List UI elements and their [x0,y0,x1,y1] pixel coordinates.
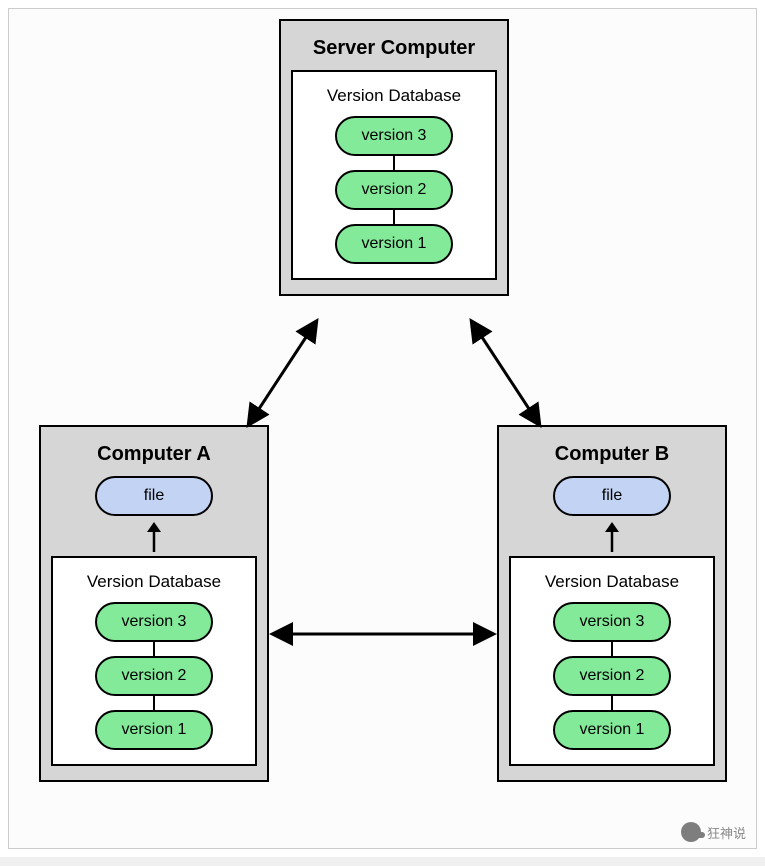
arrow-up-icon [605,522,619,552]
connector [393,156,396,170]
computer-a-version-database: Version Database version 3 version 2 ver… [51,556,257,766]
computer-b-version-database: Version Database version 3 version 2 ver… [509,556,715,766]
connector [611,642,614,656]
connector [153,642,156,656]
computer-b-vdb-title: Version Database [523,572,701,592]
computer-a-box: Computer A file Version Database version… [39,425,269,782]
server-version-3: version 3 [335,116,453,156]
computer-a-file: file [95,476,213,516]
diagram-canvas: Server Computer Version Database version… [0,0,765,857]
server-version-database: Version Database version 3 version 2 ver… [291,70,497,280]
connector [611,696,614,710]
computer-a-vdb-title: Version Database [65,572,243,592]
computer-b-file: file [553,476,671,516]
computer-b-version-1: version 1 [553,710,671,750]
server-vdb-title: Version Database [305,86,483,106]
server-computer-box: Server Computer Version Database version… [279,19,509,296]
computer-a-version-3: version 3 [95,602,213,642]
computer-b-box: Computer B file Version Database version… [497,425,727,782]
arrow-server-to-a [253,328,312,418]
server-title: Server Computer [291,37,497,60]
computer-a-title: Computer A [51,443,257,466]
computer-b-version-2: version 2 [553,656,671,696]
computer-b-title: Computer B [509,443,715,466]
computer-a-version-1: version 1 [95,710,213,750]
arrow-server-to-b [476,328,535,418]
computer-b-version-3: version 3 [553,602,671,642]
server-version-1: version 1 [335,224,453,264]
wechat-icon [681,822,701,842]
diagram-border: Server Computer Version Database version… [8,8,757,849]
arrow-up-icon [147,522,161,552]
computer-b-file-wrap: file [509,476,715,552]
connector [393,210,396,224]
computer-a-file-wrap: file [51,476,257,552]
computer-a-version-2: version 2 [95,656,213,696]
connector [153,696,156,710]
watermark: 狂神说 [681,822,746,842]
watermark-text: 狂神说 [707,823,746,842]
server-version-2: version 2 [335,170,453,210]
